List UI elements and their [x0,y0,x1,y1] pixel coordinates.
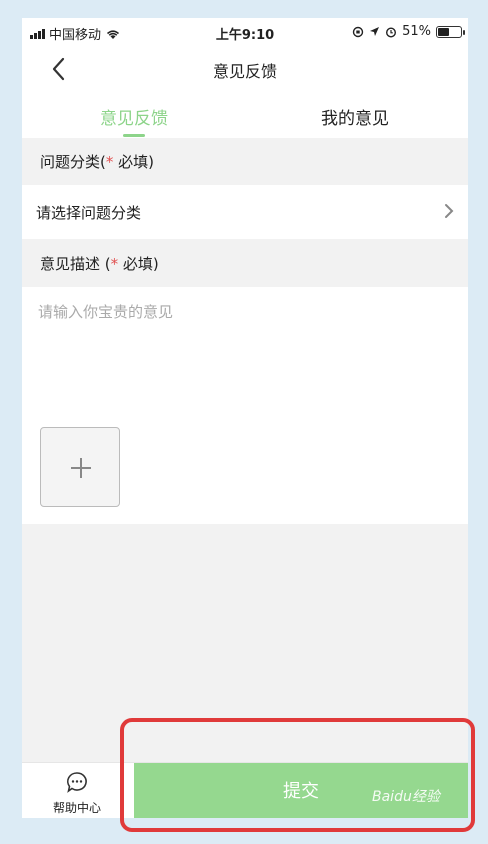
help-center-button[interactable]: 帮助中心 [22,763,132,818]
battery-icon [436,25,465,38]
plus-icon [71,458,91,478]
active-tab-indicator [123,134,145,137]
tab-my-opinions[interactable]: 我的意见 [295,104,415,129]
help-center-label: 帮助中心 [52,801,101,815]
description-area [22,287,468,524]
description-section-header: 意见描述 (* 必填) [22,240,468,284]
location-icon [370,27,380,36]
category-required-text: 必填) [113,153,154,171]
watermark: Baidu经验 [372,789,440,805]
category-select-label: 请选择问题分类 [36,204,142,222]
chat-bubble-icon [67,772,87,793]
navigation-bar: 意见反馈 [22,46,468,92]
add-image-button[interactable] [40,427,120,507]
category-section-label: 问题分类(* 必填) [40,151,154,172]
tab-feedback[interactable]: 意见反馈 [74,104,194,129]
category-section-header: 问题分类(* 必填) [22,138,468,182]
battery-fill [438,27,449,36]
status-bar: 中国移动 上午9:10 51% [22,18,468,46]
category-label-prefix: 问题分类( [40,153,106,171]
phone-screen: 中国移动 上午9:10 51% 意见反馈 意见反馈 我的意见 问题分类(* 必填… [22,18,468,818]
description-required-text: 必填) [118,255,159,273]
page-title: 意见反馈 [212,62,277,81]
description-section-label: 意见描述 (* 必填) [40,253,159,274]
category-select-row[interactable]: 请选择问题分类 [22,185,468,239]
alarm-icon [386,26,397,38]
status-right: 51% [352,24,465,39]
description-label-prefix: 意见描述 ( [40,255,111,273]
tab-bar: 意见反馈 我的意见 [22,92,468,138]
battery-percent: 51% [402,24,431,39]
orientation-lock-icon [352,26,364,37]
required-star: * [110,255,119,273]
chevron-right-icon [445,204,454,218]
annotation-highlight-box [120,718,475,832]
description-input[interactable] [36,299,450,403]
